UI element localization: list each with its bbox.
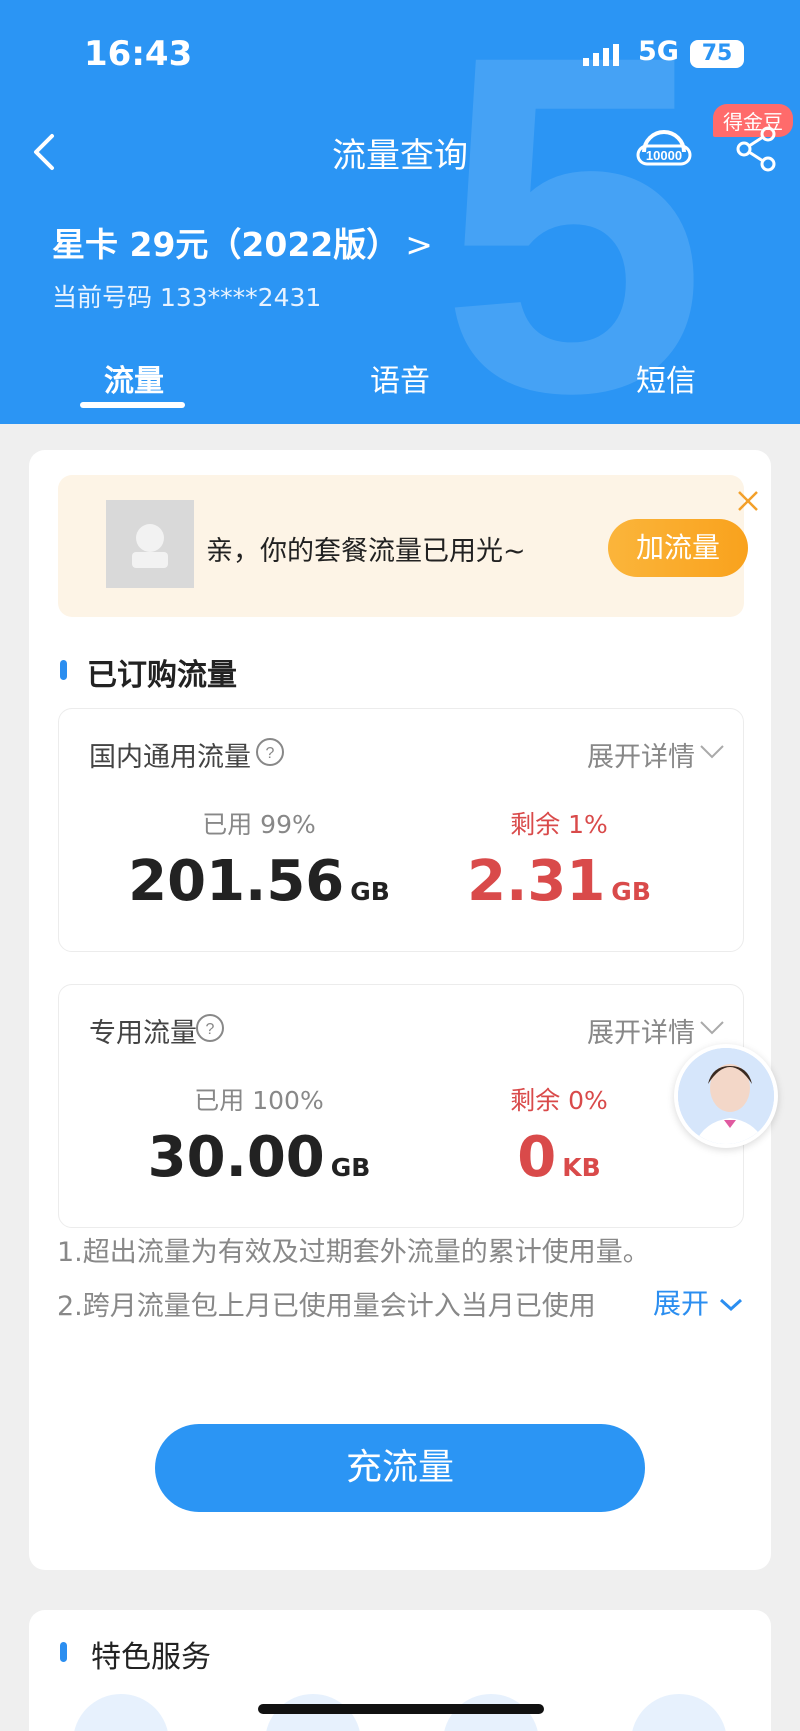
data-usage-card: 亲，你的套餐流量已用光~ 加流量 已订购流量 国内通用流量 ? 展开详情 已用 … — [29, 450, 771, 1570]
tab-bar: 流量 语音 短信 — [0, 354, 800, 424]
remaining-unit: GB — [611, 877, 651, 906]
share-icon[interactable] — [732, 124, 780, 174]
note-line: 1.超出流量为有效及过期套外流量的累计使用量。 — [57, 1237, 650, 1268]
usage-box-title: 国内通用流量 — [89, 742, 251, 773]
section-marker — [60, 660, 67, 680]
used-unit: GB — [330, 1153, 371, 1182]
chevron-right-icon: > — [405, 225, 433, 264]
tab-data[interactable]: 流量 — [82, 356, 186, 400]
remaining-label: 剩余 1% — [510, 810, 608, 839]
plan-name-text: 星卡 29元（2022版） — [52, 225, 400, 264]
help-icon[interactable]: ? — [255, 737, 285, 767]
signal-icon — [583, 44, 619, 66]
service-icon[interactable] — [631, 1694, 727, 1731]
notice-message: 亲，你的套餐流量已用光~ — [206, 536, 526, 567]
close-icon[interactable] — [736, 489, 760, 513]
status-bar: 16:43 5G 75 — [0, 30, 800, 80]
note-line: 2.跨月流量包上月已使用量会计入当月已使用 — [57, 1291, 596, 1322]
plan-name[interactable]: 星卡 29元（2022版） > — [52, 218, 433, 266]
used-number: 201.56 — [128, 849, 345, 914]
svg-text:10000: 10000 — [646, 148, 682, 163]
remaining-number: 0 — [517, 1125, 557, 1190]
home-indicator[interactable] — [258, 1704, 544, 1714]
features-title: 特色服务 — [91, 1640, 211, 1675]
remaining-value: 2.31 GB — [399, 849, 719, 914]
battery-indicator: 75 — [690, 40, 744, 68]
used-value: 201.56 GB — [99, 849, 419, 914]
chevron-down-icon[interactable] — [699, 1019, 725, 1037]
used-label: 已用 99% — [202, 810, 316, 839]
usage-box-title: 专用流量 — [89, 1018, 197, 1049]
notice-image — [106, 500, 194, 588]
expand-details-link[interactable]: 展开详情 — [587, 735, 695, 774]
svg-text:?: ? — [206, 1021, 215, 1038]
network-type: 5G — [638, 36, 679, 67]
chevron-down-icon — [719, 1298, 742, 1312]
expand-label: 展开 — [653, 1287, 710, 1320]
remaining-number: 2.31 — [467, 849, 606, 914]
current-number: 当前号码 133****2431 — [52, 283, 322, 312]
service-icon[interactable] — [73, 1694, 169, 1731]
expand-details-link[interactable]: 展开详情 — [587, 1011, 695, 1050]
used-unit: GB — [350, 877, 390, 906]
svg-text:?: ? — [266, 745, 275, 762]
status-time: 16:43 — [84, 34, 193, 74]
tab-voice[interactable]: 语音 — [350, 356, 450, 400]
remaining-label: 剩余 0% — [510, 1086, 608, 1115]
used-number: 30.00 — [147, 1125, 325, 1190]
assistant-avatar[interactable] — [674, 1044, 778, 1148]
expand-notes-link[interactable]: 展开 — [649, 1282, 744, 1322]
image-placeholder-icon — [132, 524, 168, 568]
usage-box-dedicated: 专用流量 ? 展开详情 已用 100% 剩余 0% 30.00 GB 0 KB — [58, 984, 744, 1228]
header-banner: 5 16:43 5G 75 流量查询 10000 得金豆 星卡 29元（2022… — [0, 0, 800, 424]
nav-bar: 流量查询 10000 得金豆 — [0, 104, 800, 192]
usage-box-general: 国内通用流量 ? 展开详情 已用 99% 剩余 1% 201.56 GB 2.31… — [58, 708, 744, 952]
tab-sms[interactable]: 短信 — [616, 356, 716, 400]
customer-service-icon[interactable]: 10000 — [636, 122, 692, 178]
used-label: 已用 100% — [194, 1086, 324, 1115]
section-title: 已订购流量 — [87, 658, 237, 693]
notice-banner: 亲，你的套餐流量已用光~ 加流量 — [58, 475, 758, 617]
remaining-value: 0 KB — [399, 1125, 719, 1190]
tab-indicator — [80, 402, 185, 408]
chevron-down-icon[interactable] — [699, 743, 725, 761]
help-icon[interactable]: ? — [195, 1013, 225, 1043]
add-data-button[interactable]: 加流量 — [608, 519, 748, 577]
recharge-data-button[interactable]: 充流量 — [155, 1424, 645, 1512]
used-value: 30.00 GB — [99, 1125, 419, 1190]
section-marker — [60, 1642, 67, 1662]
remaining-unit: KB — [562, 1153, 601, 1182]
